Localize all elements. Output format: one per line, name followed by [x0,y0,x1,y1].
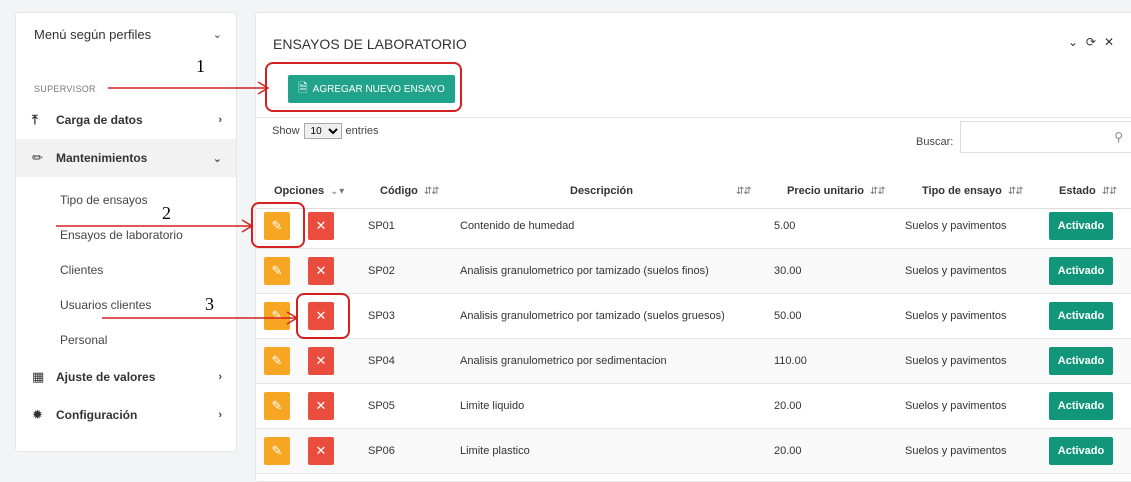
annotation-arrows [56,81,299,325]
